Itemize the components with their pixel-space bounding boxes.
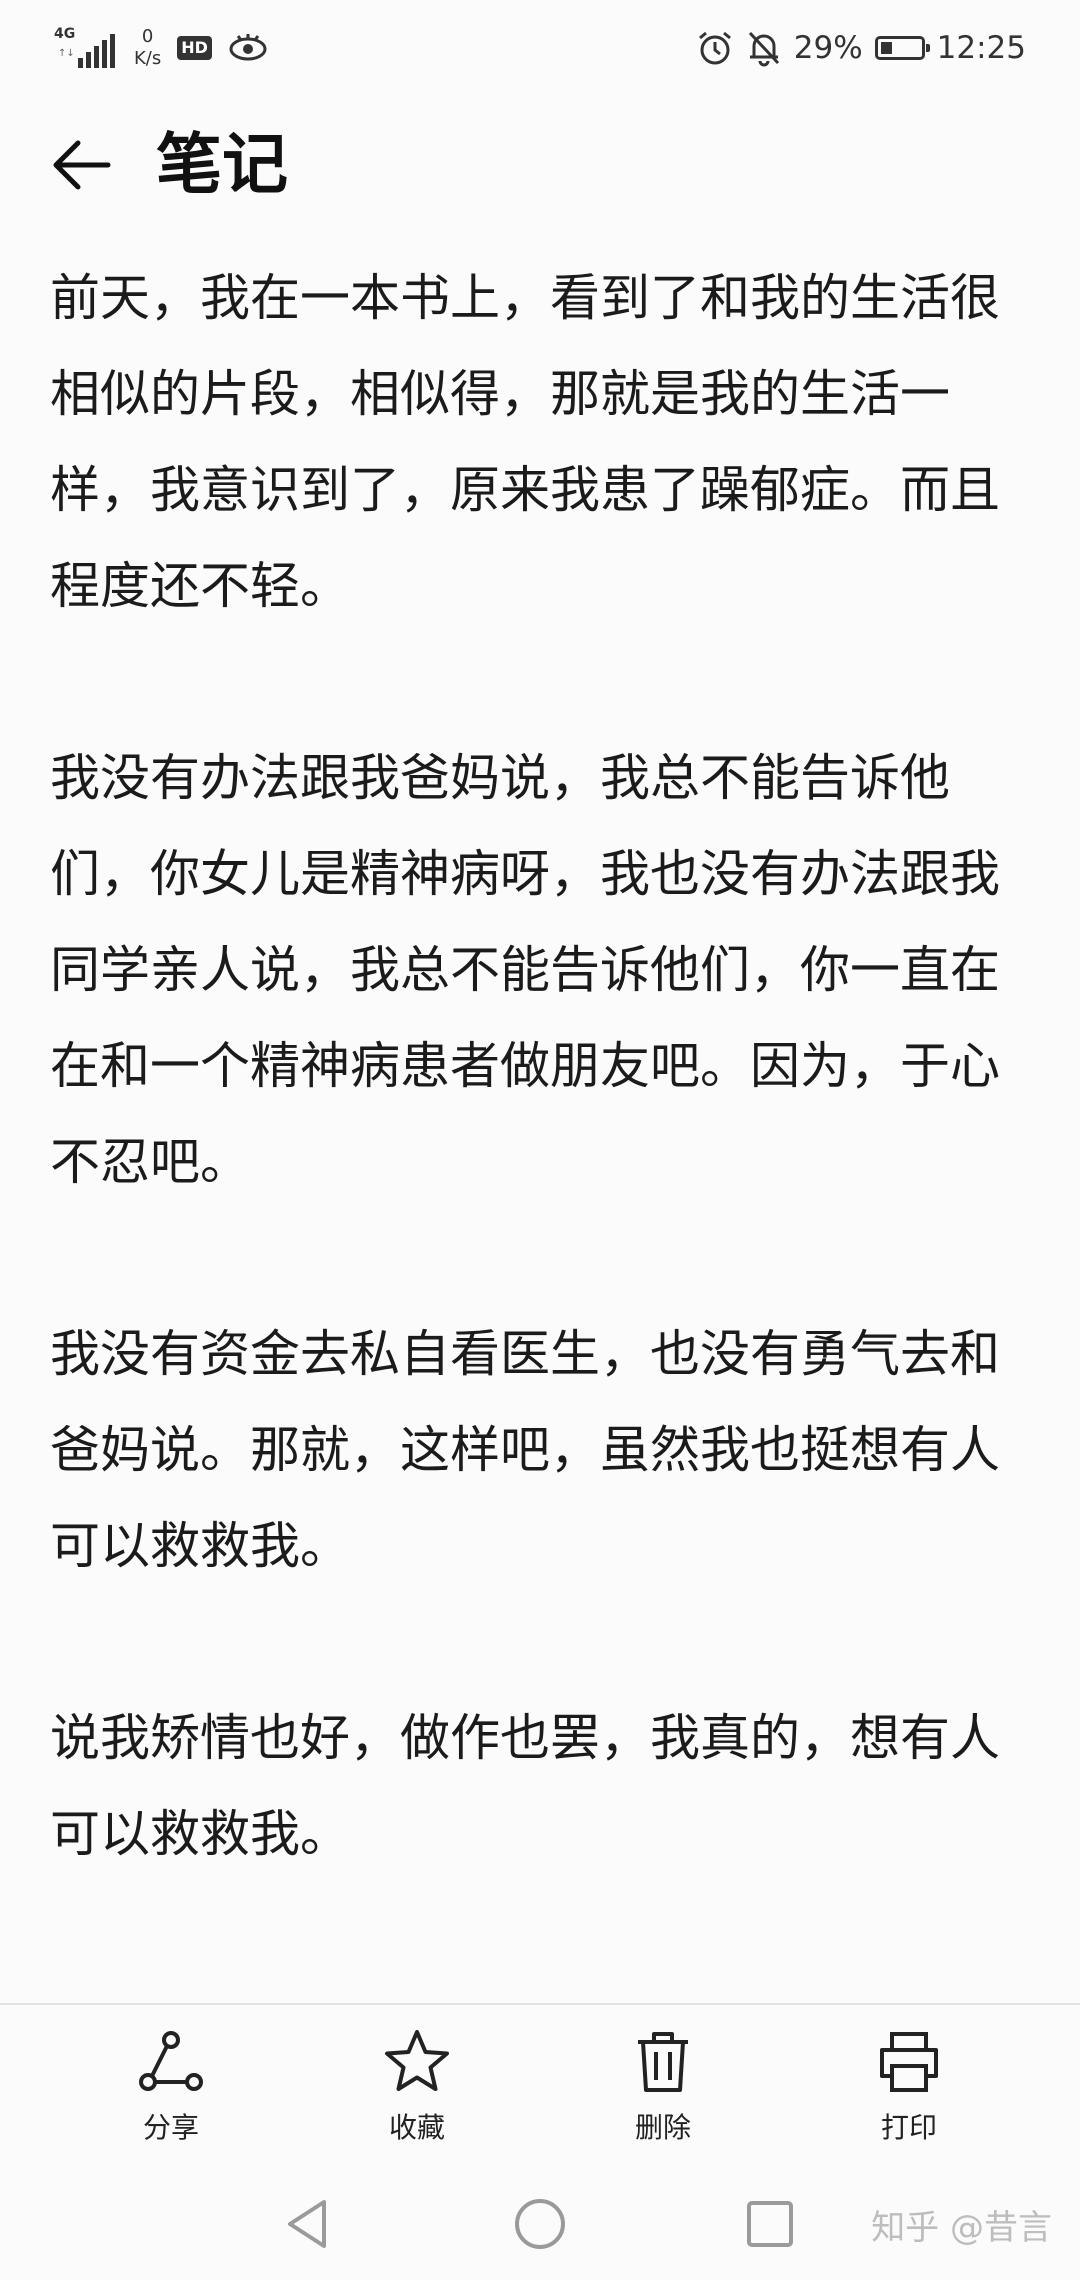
bottom-toolbar: 分享 收藏 删除 打印 [0, 2010, 1080, 2170]
speed-value: 0 [141, 26, 154, 47]
battery-icon [874, 36, 930, 60]
print-button[interactable]: 打印 [786, 2010, 1032, 2170]
note-paragraph-1: 前天，我在一本书上，看到了和我的生活很相似的片段，相似得，那就是我的生活一样，我… [50, 269, 1000, 615]
toolbar-divider [0, 2003, 1080, 2005]
note-paragraph-4: 说我矫情也好，做作也罢，我真的，想有人可以救救我。 [50, 1709, 1000, 1863]
share-icon [139, 2031, 203, 2091]
share-button[interactable]: 分享 [48, 2010, 294, 2170]
battery-fill [880, 42, 892, 54]
printer-icon [880, 2032, 938, 2092]
speed-unit: K/s [134, 48, 162, 69]
hd-badge: HD [177, 36, 212, 60]
watermark: 知乎 @昔言 [871, 2208, 1052, 2248]
nav-home-icon[interactable] [510, 2194, 570, 2254]
nav-back-icon[interactable] [278, 2194, 338, 2254]
signal-icon: 4G ↑↓ [54, 26, 118, 70]
battery-percent: 29% [793, 30, 863, 66]
favorite-button[interactable]: 收藏 [294, 2010, 540, 2170]
print-label: 打印 [880, 2111, 937, 2144]
network-speed: 0 K/s [134, 26, 161, 70]
star-icon [385, 2030, 449, 2091]
delete-label: 删除 [634, 2111, 691, 2144]
trash-icon [638, 2032, 688, 2092]
delete-button[interactable]: 删除 [540, 2010, 786, 2170]
favorite-label: 收藏 [388, 2111, 445, 2144]
nav-recents-icon[interactable] [740, 2194, 800, 2254]
note-paragraph-3: 我没有资金去私自看医生，也没有勇气去和爸妈说。那就，这样吧，虽然我也挺想有人可以… [50, 1325, 1000, 1575]
mute-bell-icon [748, 31, 779, 67]
clock: 12:25 [936, 30, 1026, 66]
note-content[interactable]: 前天，我在一本书上，看到了和我的生活很相似的片段，相似得，那就是我的生活一样，我… [50, 250, 1040, 1978]
status-bar: 4G ↑↓ 0 K/s HD 29% 12:25 [0, 0, 1080, 92]
share-label: 分享 [142, 2111, 199, 2144]
title-bar: 笔记 [0, 110, 1080, 220]
page-title: 笔记 [156, 126, 288, 203]
eye-icon [229, 34, 267, 61]
network-type: 4G [54, 26, 76, 42]
note-paragraph-2: 我没有办法跟我爸妈说，我总不能告诉他们，你女儿是精神病呀，我也没有办法跟我同学亲… [50, 749, 1000, 1191]
alarm-icon [698, 31, 731, 65]
back-arrow-icon[interactable] [48, 132, 114, 198]
